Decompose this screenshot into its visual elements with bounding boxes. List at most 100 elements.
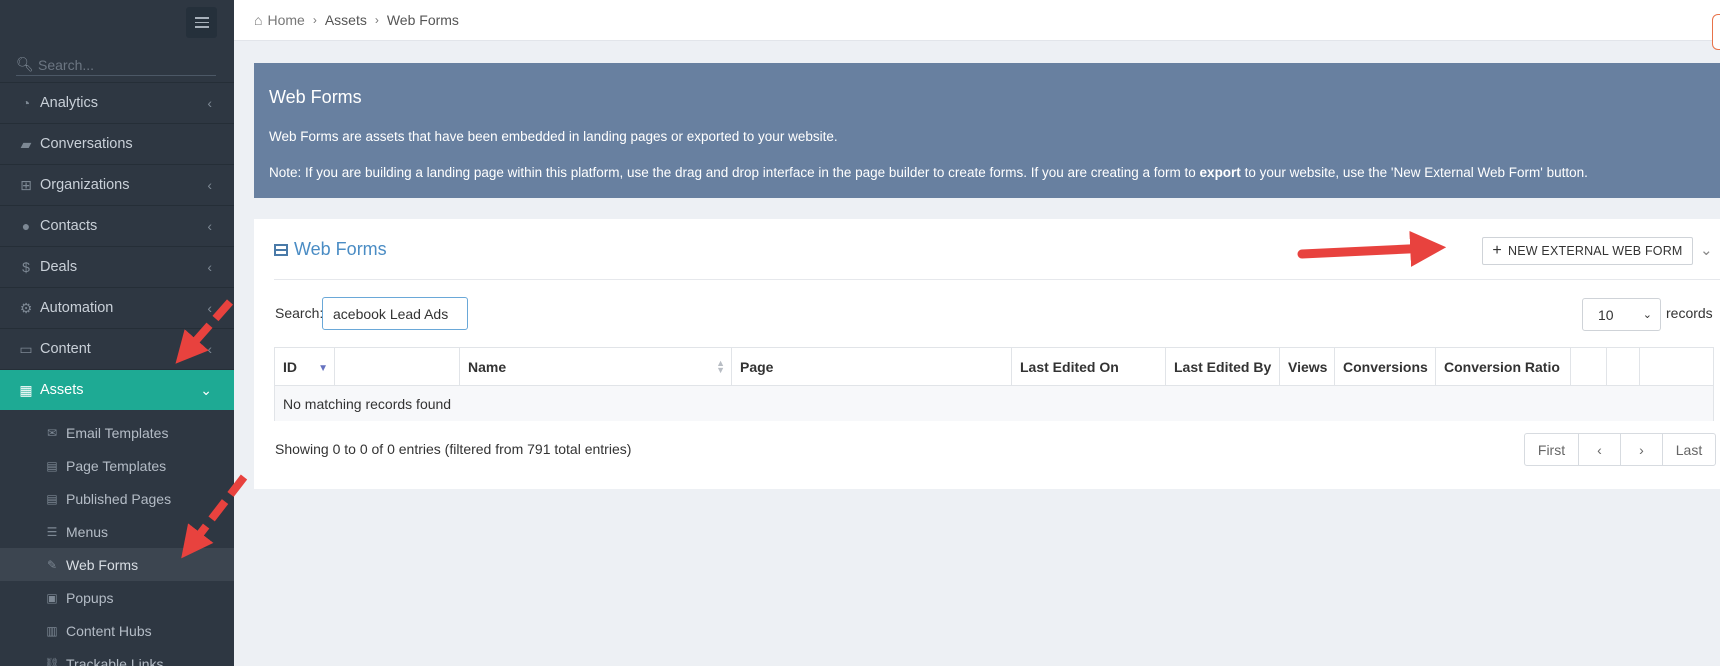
web-forms-card: Web Forms + NEW EXTERNAL WEB FORM ⌄ Sear…: [254, 219, 1720, 489]
layout-icon: ▤: [46, 491, 58, 506]
column-label: ID: [283, 358, 297, 375]
page-length-select[interactable]: 10 ⌄: [1582, 298, 1661, 331]
sidebar-item-label: Content: [40, 341, 91, 357]
sidebar-item-label: Contacts: [40, 218, 98, 234]
sidebar-item-analytics[interactable]: ◔ Analytics ‹: [0, 82, 234, 123]
content-icon: ▭: [19, 340, 33, 357]
new-external-web-form-button[interactable]: + NEW EXTERNAL WEB FORM: [1482, 237, 1693, 265]
info-description: Web Forms are assets that have been embe…: [269, 129, 838, 144]
grid-icon: ▦: [19, 381, 33, 398]
sidebar-subitem-label: Email Templates: [66, 424, 169, 441]
search-input[interactable]: acebook Lead Ads: [322, 297, 468, 330]
column-header-name[interactable]: Name ▲ ▼: [460, 348, 732, 385]
pager-next-button[interactable]: ›: [1621, 434, 1663, 465]
column-header-blank: [335, 348, 460, 385]
dollar-icon: $: [22, 259, 30, 275]
sidebar-subitem-trackable-links[interactable]: ⛓ Trackable Links: [0, 647, 234, 666]
column-label: Page: [740, 358, 774, 375]
pager-prev-button[interactable]: ‹: [1579, 434, 1621, 465]
table-info: Showing 0 to 0 of 0 entries (filtered fr…: [275, 441, 632, 457]
edge-button[interactable]: [1712, 14, 1720, 50]
sidebar-item-conversations[interactable]: ▰ Conversations: [0, 123, 234, 164]
users-icon: ●: [21, 218, 31, 234]
column-label: Last Edited On: [1020, 358, 1119, 375]
sidebar-subitem-email-templates[interactable]: ✉ Email Templates: [0, 416, 234, 449]
sort-desc-icon: ▼: [318, 363, 328, 374]
column-header-extra-3: [1640, 348, 1713, 385]
sidebar-item-label: Deals: [40, 259, 78, 275]
records-label: records: [1666, 305, 1713, 321]
sidebar-subitem-label: Trackable Links: [66, 655, 164, 666]
edit-icon: ✎: [46, 557, 58, 572]
info-note: Note: If you are building a landing page…: [269, 165, 1588, 180]
sidebar-search-input[interactable]: Search...: [38, 57, 94, 73]
cogs-icon: ⚙: [19, 299, 33, 316]
sidebar-subitem-label: Page Templates: [66, 457, 167, 474]
sidebar-item-contacts[interactable]: ● Contacts ‹: [0, 205, 234, 246]
column-header-extra-1: [1571, 348, 1607, 385]
pagination: First ‹ › Last: [1524, 433, 1716, 466]
sidebar-subitem-popups[interactable]: ▣ Popups: [0, 581, 234, 614]
sidebar: 🔍︎ Search... ◔ Analytics ‹ ▰ Conversatio…: [0, 0, 234, 666]
column-header-page[interactable]: Page: [732, 348, 1012, 385]
pager-last-button[interactable]: Last: [1663, 434, 1715, 465]
sidebar-item-content[interactable]: ▭ Content ‹: [0, 328, 234, 369]
sidebar-item-label: Conversations: [40, 136, 133, 152]
sidebar-subitem-content-hubs[interactable]: ▥ Content Hubs: [0, 614, 234, 647]
column-header-conversions[interactable]: Conversions: [1335, 348, 1436, 385]
column-label: Views: [1288, 358, 1328, 375]
column-label: Conversion Ratio: [1444, 358, 1560, 375]
breadcrumb-assets[interactable]: Assets: [325, 12, 367, 28]
sidebar-search[interactable]: 🔍︎ Search...: [16, 54, 216, 76]
chevron-left-icon: ‹: [207, 300, 212, 316]
envelope-icon: ✉: [46, 425, 58, 440]
home-icon: ⌂: [254, 12, 263, 28]
menu-toggle-button[interactable]: [186, 7, 217, 38]
card-title-label: Web Forms: [294, 239, 387, 259]
breadcrumb-current: Web Forms: [386, 12, 459, 28]
info-note-text: to your website, use the 'New External W…: [1240, 165, 1588, 180]
sort-icon: ▲ ▼: [716, 357, 725, 375]
column-header-id[interactable]: ID ▼: [275, 348, 335, 385]
sidebar-subitem-web-forms[interactable]: ✎ Web Forms: [0, 548, 234, 581]
chevron-left-icon: ‹: [207, 218, 212, 234]
sidebar-subitem-label: Menus: [66, 523, 109, 540]
column-label: Last Edited By: [1174, 358, 1272, 375]
info-note-text: Note: If you are building a landing page…: [269, 165, 1200, 180]
sidebar-item-label: Organizations: [40, 177, 130, 193]
comments-icon: ▰: [20, 135, 32, 152]
sidebar-subitem-label: Published Pages: [66, 490, 172, 507]
column-label: Conversions: [1343, 358, 1428, 375]
sidebar-item-assets[interactable]: ▦ Assets ⌄: [0, 369, 234, 410]
chevron-right-icon: ›: [312, 13, 317, 27]
sidebar-item-automation[interactable]: ⚙ Automation ‹: [0, 287, 234, 328]
pager-first-button[interactable]: First: [1525, 434, 1579, 465]
sidebar-subitem-menus[interactable]: ☰ Menus: [0, 515, 234, 548]
column-header-extra-2: [1607, 348, 1640, 385]
column-label: Name: [468, 358, 507, 375]
column-header-last-edited-on[interactable]: Last Edited On: [1012, 348, 1166, 385]
column-header-conversion-ratio[interactable]: Conversion Ratio: [1436, 348, 1571, 385]
breadcrumb: ⌂ Home › Assets › Web Forms: [234, 0, 1720, 41]
column-header-last-edited-by[interactable]: Last Edited By: [1166, 348, 1280, 385]
list-icon: ☰: [46, 524, 58, 539]
info-note-bold: export: [1199, 165, 1241, 180]
chevron-right-icon: ›: [374, 13, 379, 27]
sitemap-icon: ⊞: [20, 176, 32, 193]
divider: [274, 279, 1720, 280]
sidebar-item-organizations[interactable]: ⊞ Organizations ‹: [0, 164, 234, 205]
sidebar-item-label: Assets: [40, 382, 84, 398]
sidebar-subitem-page-templates[interactable]: ▤ Page Templates: [0, 449, 234, 482]
column-header-views[interactable]: Views: [1280, 348, 1335, 385]
chevron-down-icon[interactable]: ⌄: [1700, 241, 1713, 259]
plus-icon: +: [1492, 242, 1502, 259]
page-length-value: 10: [1598, 306, 1614, 323]
sidebar-subitem-published-pages[interactable]: ▤ Published Pages: [0, 482, 234, 515]
chevron-left-icon: ‹: [207, 259, 212, 275]
web-forms-table: ID ▼ Name ▲ ▼ Page Last Edited On Last Ed…: [274, 347, 1714, 421]
sidebar-subitem-label: Popups: [66, 589, 114, 606]
breadcrumb-home[interactable]: Home: [267, 12, 304, 28]
sidebar-subitem-label: Web Forms: [66, 556, 139, 573]
popup-icon: ▣: [46, 590, 58, 605]
sidebar-item-deals[interactable]: $ Deals ‹: [0, 246, 234, 287]
